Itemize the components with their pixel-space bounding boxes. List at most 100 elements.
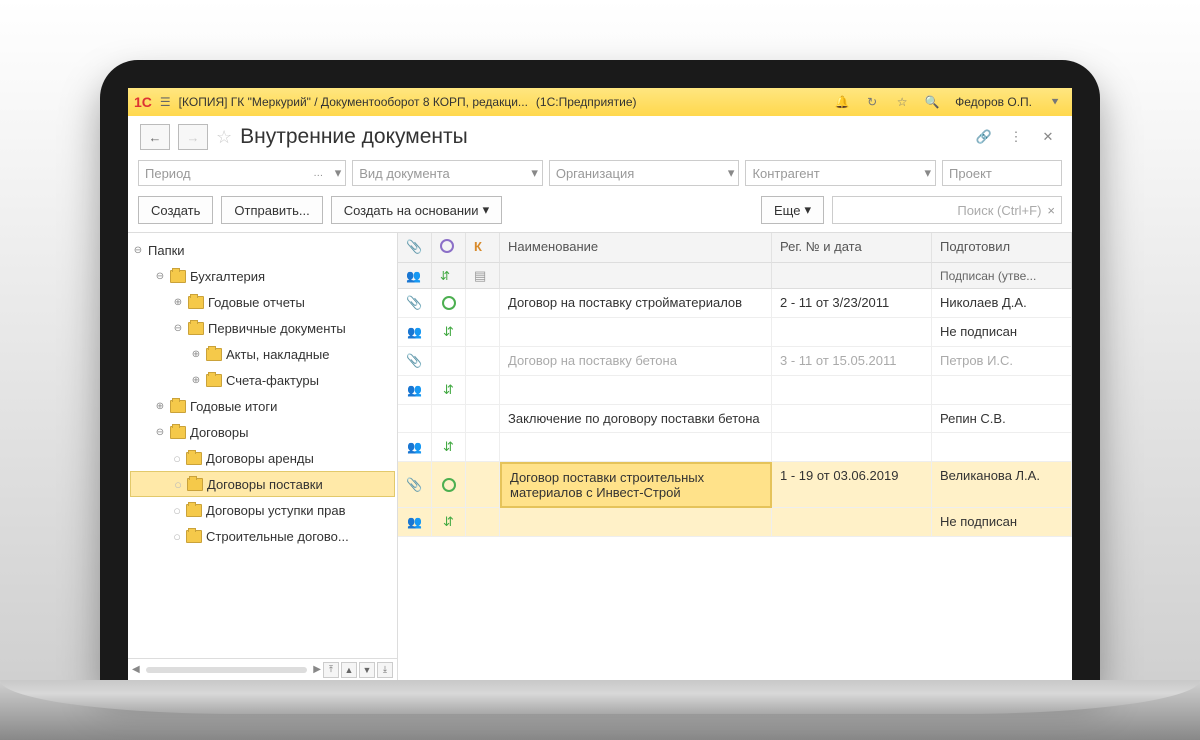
col-k[interactable]: К [466, 233, 500, 263]
doc-author: Великанова Л.А. [932, 462, 1072, 508]
filter-period[interactable]: Период …▾ [138, 160, 346, 186]
folder-icon [206, 348, 222, 361]
col-name[interactable]: Наименование [500, 233, 772, 263]
bell-icon[interactable]: 🔔 [831, 95, 853, 109]
chevron-down-icon: ▾ [804, 202, 811, 218]
history-icon[interactable]: ↻ [861, 95, 883, 109]
filter-doctype-label: Вид документа [359, 166, 450, 181]
filter-counterparty-label: Контрагент [752, 166, 819, 181]
search-input[interactable]: Поиск (Ctrl+F) × [832, 196, 1062, 224]
col-stamp-icon[interactable]: ▤ [466, 263, 500, 289]
tree-item[interactable]: ○Строительные догово... [130, 523, 395, 549]
link-icon[interactable]: 🔗 [972, 125, 996, 149]
window-title: [КОПИЯ] ГК "Меркурий" / Документооборот … [179, 95, 528, 109]
tree-first-button[interactable]: ⤒ [323, 662, 339, 678]
window-subtitle: (1С:Предприятие) [536, 95, 637, 109]
col-attach[interactable]: 📎 [398, 233, 432, 263]
page-header: ← → ☆ Внутренние документы 🔗 ⋮ ✕ [128, 116, 1072, 158]
more-button[interactable]: Еще ▾ [761, 196, 824, 224]
tree-item[interactable]: ⊕Акты, накладные [130, 341, 395, 367]
table-row-sub: 👥 ⇵ Не подписан [398, 318, 1072, 347]
table-row[interactable]: Заключение по договору поставки бетонаРе… [398, 405, 1072, 433]
people-icon: 👥 [407, 383, 422, 397]
nav-back-button[interactable]: ← [140, 124, 170, 150]
filter-counterparty[interactable]: Контрагент▾ [745, 160, 936, 186]
menu-icon[interactable]: ☰ [160, 95, 171, 109]
filter-bar: Период …▾ Вид документа▾ Организация▾ Ко… [128, 158, 1072, 192]
close-icon[interactable]: ✕ [1036, 125, 1060, 149]
current-user[interactable]: Федоров О.П. [951, 95, 1036, 109]
table-row[interactable]: 📎 Договор на поставку бетона3 - 11 от 15.… [398, 347, 1072, 376]
col-signed[interactable]: Подписан (утве... [932, 263, 1072, 289]
user-dropdown-icon[interactable]: ⯆ [1044, 95, 1066, 110]
table-row[interactable]: 📎Договор на поставку стройматериалов2 - … [398, 289, 1072, 318]
app-logo: 1C [134, 94, 152, 110]
tree-item[interactable]: ⊕Годовые отчеты [130, 289, 395, 315]
table-row-sub: 👥⇵ [398, 433, 1072, 462]
filter-organization[interactable]: Организация▾ [549, 160, 740, 186]
tree-down-button[interactable]: ▼ [359, 662, 375, 678]
doc-name: Заключение по договору поставки бетона [500, 405, 772, 433]
col-author[interactable]: Подготовил [932, 233, 1072, 263]
doc-reg: 1 - 19 от 03.06.2019 [772, 462, 932, 508]
kebab-icon[interactable]: ⋮ [1004, 125, 1028, 149]
col-status[interactable] [432, 233, 466, 263]
search-icon[interactable]: 🔍 [921, 95, 943, 109]
folder-icon [187, 478, 203, 491]
tree-item[interactable]: ⊖Первичные документы [130, 315, 395, 341]
folder-icon [188, 296, 204, 309]
people-icon: 👥 [407, 325, 422, 339]
create-based-button[interactable]: Создать на основании ▾ [331, 196, 502, 224]
tree-item[interactable]: ○Договоры аренды [130, 445, 395, 471]
tree-item-label: Годовые итоги [190, 399, 277, 414]
tree-item[interactable]: ⊕Счета-фактуры [130, 367, 395, 393]
folder-icon [170, 400, 186, 413]
col-tree-icon[interactable]: ⇵ [432, 263, 466, 289]
folder-icon [170, 426, 186, 439]
filter-project-label: Проект [949, 166, 992, 181]
create-button[interactable]: Создать [138, 196, 213, 224]
tree-item-label: Годовые отчеты [208, 295, 305, 310]
status-ring-icon [442, 296, 456, 310]
titlebar: 1C ☰ [КОПИЯ] ГК "Меркурий" / Документооб… [128, 88, 1072, 116]
tree-item-label: Бухгалтерия [190, 269, 265, 284]
folder-icon [206, 374, 222, 387]
doc-signed: Не подписан [932, 318, 1072, 347]
tree-up-button[interactable]: ▲ [341, 662, 357, 678]
tree-item[interactable]: ⊕Годовые итоги [130, 393, 395, 419]
doc-name: Договор на поставку стройматериалов [500, 289, 772, 318]
page-title: Внутренние документы [240, 125, 468, 149]
filter-project[interactable]: Проект [942, 160, 1062, 186]
folder-tree: ⊖Папки⊖Бухгалтерия⊕Годовые отчеты⊖Первич… [128, 233, 398, 680]
col-reg[interactable]: Рег. № и дата [772, 233, 932, 263]
star-icon[interactable]: ☆ [891, 95, 913, 109]
favorite-icon[interactable]: ☆ [216, 127, 232, 148]
tree-item[interactable]: ○Договоры поставки [130, 471, 395, 497]
filter-doctype[interactable]: Вид документа▾ [352, 160, 543, 186]
col-people-icon[interactable]: 👥 [398, 263, 432, 289]
folder-icon [186, 504, 202, 517]
folder-icon [186, 530, 202, 543]
clear-icon[interactable]: × [1047, 203, 1055, 218]
paperclip-icon: 📎 [406, 353, 422, 369]
send-button[interactable]: Отправить... [221, 196, 322, 224]
doc-signed [932, 376, 1072, 405]
tree-item-label: Акты, накладные [226, 347, 329, 362]
tree-item-label: Договоры аренды [206, 451, 314, 466]
doc-name: Договор поставки строительных материалов… [500, 462, 772, 508]
table-row-sub: 👥⇵Не подписан [398, 508, 1072, 537]
tree-item[interactable]: ⊖Бухгалтерия [130, 263, 395, 289]
tree-item[interactable]: ⊖Договоры [130, 419, 395, 445]
documents-table: 📎 К Наименование Рег. № и дата Подготови… [398, 233, 1072, 680]
status-ring-icon [442, 478, 456, 492]
chevron-down-icon: ▾ [483, 202, 490, 218]
tree-last-button[interactable]: ⤓ [377, 662, 393, 678]
tree-root[interactable]: ⊖Папки [130, 237, 395, 263]
table-row[interactable]: 📎Договор поставки строительных материало… [398, 462, 1072, 508]
people-icon: 👥 [407, 515, 422, 529]
doc-name: Договор на поставку бетона [500, 347, 772, 376]
tree-item-label: Договоры поставки [207, 477, 323, 492]
doc-reg: 3 - 11 от 15.05.2011 [772, 347, 932, 376]
tree-item[interactable]: ○Договоры уступки прав [130, 497, 395, 523]
route-icon: ⇵ [443, 324, 454, 340]
